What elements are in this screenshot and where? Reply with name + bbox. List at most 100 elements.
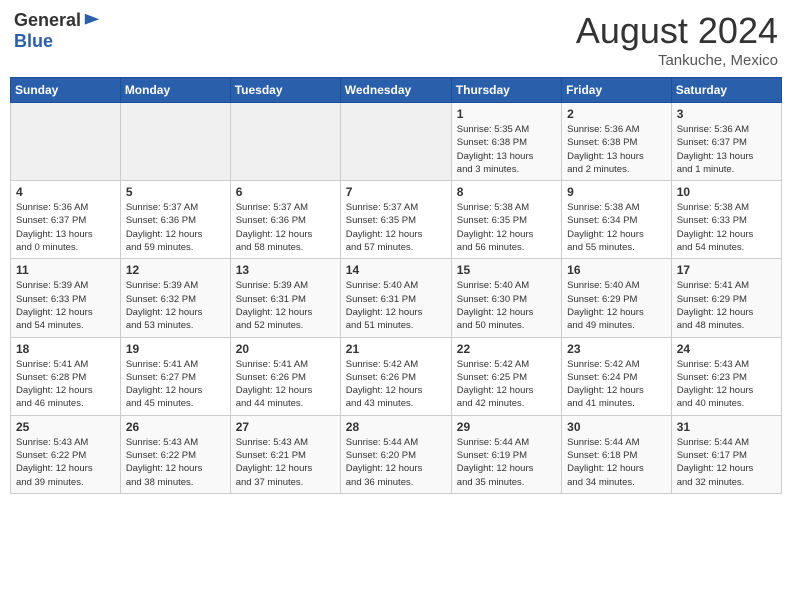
header-row: SundayMondayTuesdayWednesdayThursdayFrid… (11, 78, 782, 103)
calendar-day-cell: 18Sunrise: 5:41 AM Sunset: 6:28 PM Dayli… (11, 337, 121, 415)
calendar-day-cell: 17Sunrise: 5:41 AM Sunset: 6:29 PM Dayli… (671, 259, 781, 337)
calendar-week-row: 1Sunrise: 5:35 AM Sunset: 6:38 PM Daylig… (11, 103, 782, 181)
calendar-day-cell: 23 Sunrise: 5:42 AM Sunset: 6:24 PM Dayli… (562, 337, 672, 415)
day-number: 7 (346, 185, 446, 199)
calendar-day-cell: 7 Sunrise: 5:37 AM Sunset: 6:35 PM Daylig… (340, 181, 451, 259)
day-number: 16 (567, 263, 666, 277)
day-info: Sunrise: 5:39 AM Sunset: 6:33 PM Dayligh… (16, 279, 115, 332)
logo: General Blue (14, 10, 101, 52)
day-info: Sunrise: 5:42 AM Sunset: 6:26 PM Dayligh… (346, 358, 446, 411)
calendar-day-cell (11, 103, 121, 181)
day-number: 30 (567, 420, 666, 434)
day-of-week-header: Saturday (671, 78, 781, 103)
calendar-day-cell: 26 Sunrise: 5:43 AM Sunset: 6:22 PM Dayli… (120, 415, 230, 493)
day-number: 23 (567, 342, 666, 356)
day-number: 29 (457, 420, 556, 434)
calendar-day-cell: 2 Sunrise: 5:36 AM Sunset: 6:38 PM Daylig… (562, 103, 672, 181)
day-info: Sunrise: 5:37 AM Sunset: 6:35 PM Dayligh… (346, 201, 446, 254)
day-number: 2 (567, 107, 666, 121)
day-info: Sunrise: 5:41 AM Sunset: 6:26 PM Dayligh… (236, 358, 335, 411)
logo-blue: Blue (14, 31, 53, 52)
day-number: 24 (677, 342, 776, 356)
calendar-day-cell: 29 Sunrise: 5:44 AM Sunset: 6:19 PM Dayli… (451, 415, 561, 493)
day-of-week-header: Thursday (451, 78, 561, 103)
day-info: Sunrise: 5:44 AM Sunset: 6:18 PM Dayligh… (567, 436, 666, 489)
page-header: General Blue August 2024 Tankuche, Mexic… (10, 10, 782, 69)
calendar-day-cell: 4 Sunrise: 5:36 AM Sunset: 6:37 PM Daylig… (11, 181, 121, 259)
calendar-table: SundayMondayTuesdayWednesdayThursdayFrid… (10, 77, 782, 494)
day-number: 26 (126, 420, 225, 434)
day-info: Sunrise: 5:44 AM Sunset: 6:19 PM Dayligh… (457, 436, 556, 489)
day-number: 3 (677, 107, 776, 121)
calendar-day-cell: 22 Sunrise: 5:42 AM Sunset: 6:25 PM Dayli… (451, 337, 561, 415)
day-info: Sunrise: 5:37 AM Sunset: 6:36 PM Dayligh… (236, 201, 335, 254)
day-info: Sunrise: 5:44 AM Sunset: 6:17 PM Dayligh… (677, 436, 776, 489)
calendar-day-cell: 5Sunrise: 5:37 AM Sunset: 6:36 PM Daylig… (120, 181, 230, 259)
title-block: August 2024 Tankuche, Mexico (576, 10, 778, 69)
day-number: 1 (457, 107, 556, 121)
day-info: Sunrise: 5:36 AM Sunset: 6:37 PM Dayligh… (16, 201, 115, 254)
calendar-week-row: 11 Sunrise: 5:39 AM Sunset: 6:33 PM Dayli… (11, 259, 782, 337)
day-of-week-header: Monday (120, 78, 230, 103)
calendar-day-cell (340, 103, 451, 181)
day-number: 25 (16, 420, 115, 434)
day-info: Sunrise: 5:43 AM Sunset: 6:21 PM Dayligh… (236, 436, 335, 489)
day-number: 18 (16, 342, 115, 356)
calendar-day-cell: 25 Sunrise: 5:43 AM Sunset: 6:22 PM Dayli… (11, 415, 121, 493)
calendar-day-cell: 31Sunrise: 5:44 AM Sunset: 6:17 PM Dayli… (671, 415, 781, 493)
calendar-day-cell: 14 Sunrise: 5:40 AM Sunset: 6:31 PM Dayli… (340, 259, 451, 337)
calendar-day-cell: 21 Sunrise: 5:42 AM Sunset: 6:26 PM Dayli… (340, 337, 451, 415)
calendar-week-row: 25 Sunrise: 5:43 AM Sunset: 6:22 PM Dayli… (11, 415, 782, 493)
day-info: Sunrise: 5:41 AM Sunset: 6:27 PM Dayligh… (126, 358, 225, 411)
day-of-week-header: Wednesday (340, 78, 451, 103)
day-info: Sunrise: 5:42 AM Sunset: 6:25 PM Dayligh… (457, 358, 556, 411)
calendar-day-cell: 11 Sunrise: 5:39 AM Sunset: 6:33 PM Dayli… (11, 259, 121, 337)
day-info: Sunrise: 5:38 AM Sunset: 6:33 PM Dayligh… (677, 201, 776, 254)
calendar-day-cell: 6 Sunrise: 5:37 AM Sunset: 6:36 PM Daylig… (230, 181, 340, 259)
day-info: Sunrise: 5:37 AM Sunset: 6:36 PM Dayligh… (126, 201, 225, 254)
day-info: Sunrise: 5:43 AM Sunset: 6:22 PM Dayligh… (126, 436, 225, 489)
day-info: Sunrise: 5:43 AM Sunset: 6:22 PM Dayligh… (16, 436, 115, 489)
day-number: 8 (457, 185, 556, 199)
day-number: 4 (16, 185, 115, 199)
day-info: Sunrise: 5:39 AM Sunset: 6:31 PM Dayligh… (236, 279, 335, 332)
calendar-location: Tankuche, Mexico (576, 52, 778, 69)
calendar-title: August 2024 (576, 10, 778, 52)
day-info: Sunrise: 5:42 AM Sunset: 6:24 PM Dayligh… (567, 358, 666, 411)
day-number: 19 (126, 342, 225, 356)
calendar-day-cell: 28Sunrise: 5:44 AM Sunset: 6:20 PM Dayli… (340, 415, 451, 493)
day-number: 6 (236, 185, 335, 199)
day-info: Sunrise: 5:39 AM Sunset: 6:32 PM Dayligh… (126, 279, 225, 332)
day-number: 13 (236, 263, 335, 277)
day-info: Sunrise: 5:40 AM Sunset: 6:29 PM Dayligh… (567, 279, 666, 332)
calendar-day-cell: 19 Sunrise: 5:41 AM Sunset: 6:27 PM Dayli… (120, 337, 230, 415)
calendar-day-cell: 16 Sunrise: 5:40 AM Sunset: 6:29 PM Dayli… (562, 259, 672, 337)
calendar-day-cell: 1Sunrise: 5:35 AM Sunset: 6:38 PM Daylig… (451, 103, 561, 181)
calendar-week-row: 4 Sunrise: 5:36 AM Sunset: 6:37 PM Daylig… (11, 181, 782, 259)
day-info: Sunrise: 5:38 AM Sunset: 6:34 PM Dayligh… (567, 201, 666, 254)
calendar-day-cell: 13 Sunrise: 5:39 AM Sunset: 6:31 PM Dayli… (230, 259, 340, 337)
day-number: 21 (346, 342, 446, 356)
day-number: 28 (346, 420, 446, 434)
calendar-day-cell: 27Sunrise: 5:43 AM Sunset: 6:21 PM Dayli… (230, 415, 340, 493)
day-number: 14 (346, 263, 446, 277)
logo-general: General (14, 10, 81, 31)
calendar-day-cell (120, 103, 230, 181)
day-info: Sunrise: 5:40 AM Sunset: 6:31 PM Dayligh… (346, 279, 446, 332)
day-of-week-header: Sunday (11, 78, 121, 103)
day-number: 22 (457, 342, 556, 356)
day-number: 11 (16, 263, 115, 277)
calendar-day-cell (230, 103, 340, 181)
logo-flag-icon (83, 12, 101, 30)
day-info: Sunrise: 5:38 AM Sunset: 6:35 PM Dayligh… (457, 201, 556, 254)
day-of-week-header: Friday (562, 78, 672, 103)
day-info: Sunrise: 5:36 AM Sunset: 6:38 PM Dayligh… (567, 123, 666, 176)
day-number: 10 (677, 185, 776, 199)
day-number: 12 (126, 263, 225, 277)
day-info: Sunrise: 5:40 AM Sunset: 6:30 PM Dayligh… (457, 279, 556, 332)
calendar-day-cell: 12 Sunrise: 5:39 AM Sunset: 6:32 PM Dayli… (120, 259, 230, 337)
day-number: 15 (457, 263, 556, 277)
calendar-day-cell: 24Sunrise: 5:43 AM Sunset: 6:23 PM Dayli… (671, 337, 781, 415)
day-number: 20 (236, 342, 335, 356)
calendar-day-cell: 30 Sunrise: 5:44 AM Sunset: 6:18 PM Dayli… (562, 415, 672, 493)
